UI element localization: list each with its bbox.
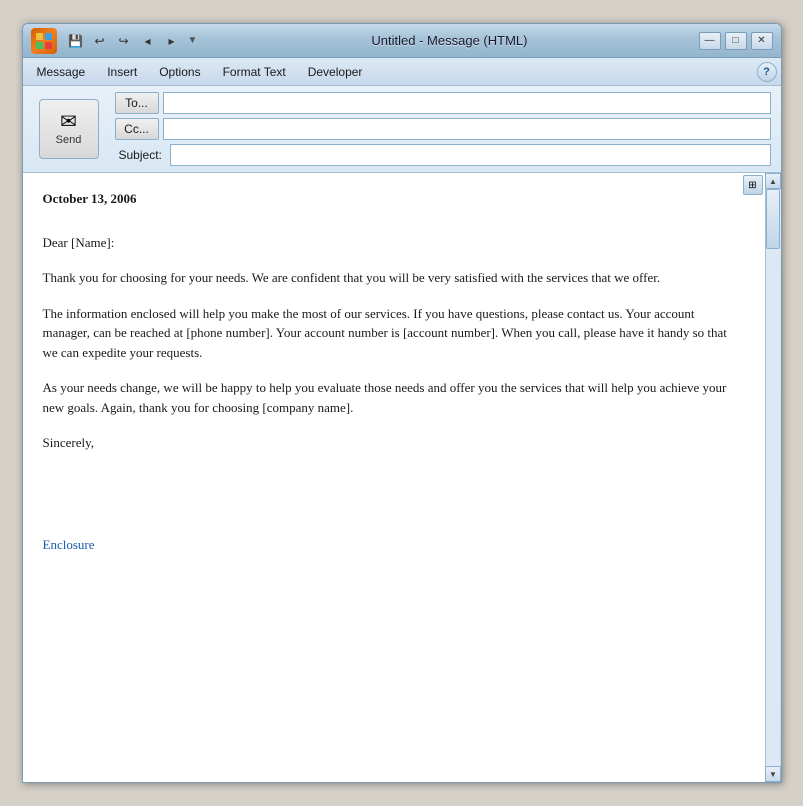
redo-button[interactable]: ↪ [113, 30, 135, 52]
forward-button[interactable]: ▸ [161, 30, 183, 52]
to-button[interactable]: To... [115, 92, 159, 114]
expand-icon[interactable]: ⊞ [743, 175, 763, 195]
menu-options[interactable]: Options [149, 62, 210, 82]
window-controls: — □ ✕ [699, 32, 773, 50]
scroll-track[interactable] [766, 189, 780, 766]
maximize-button[interactable]: □ [725, 32, 747, 50]
cc-row: Cc... [115, 118, 771, 140]
email-enclosure: Enclosure [43, 535, 745, 555]
email-para1: Thank you for choosing for your needs. W… [43, 268, 745, 288]
cc-input[interactable] [163, 118, 771, 140]
send-button[interactable]: ✉ Send [39, 99, 99, 159]
back-button[interactable]: ◂ [137, 30, 159, 52]
menu-developer[interactable]: Developer [298, 62, 373, 82]
send-icon: ✉ [60, 112, 77, 132]
scrollbar[interactable]: ▲ ▼ [765, 173, 781, 782]
email-body-area: ⊞ October 13, 2006 Dear [Name]: Thank yo… [23, 173, 781, 782]
window-title: Untitled - Message (HTML) [204, 33, 694, 48]
title-bar: 💾 ↩ ↪ ◂ ▸ ▼ Untitled - Message (HTML) — … [23, 24, 781, 58]
scroll-thumb[interactable] [766, 189, 780, 249]
scroll-down-button[interactable]: ▼ [765, 766, 781, 782]
help-button[interactable]: ? [757, 62, 777, 82]
close-button[interactable]: ✕ [751, 32, 773, 50]
address-fields: To... Cc... Subject: [115, 92, 781, 166]
to-row: To... [115, 92, 771, 114]
quick-access-toolbar: 💾 ↩ ↪ ◂ ▸ ▼ [65, 30, 201, 52]
email-greeting: Dear [Name]: [43, 233, 745, 253]
menu-message[interactable]: Message [27, 62, 96, 82]
menu-format-text[interactable]: Format Text [213, 62, 296, 82]
send-label: Send [56, 134, 82, 146]
app-icon [31, 28, 57, 54]
to-input[interactable] [163, 92, 771, 114]
save-button[interactable]: 💾 [65, 30, 87, 52]
subject-input[interactable] [170, 144, 771, 166]
send-area: ✉ Send [29, 92, 109, 166]
scroll-up-button[interactable]: ▲ [765, 173, 781, 189]
email-closing: Sincerely, [43, 433, 745, 453]
menu-bar: Message Insert Options Format Text Devel… [23, 58, 781, 86]
outlook-window: 💾 ↩ ↪ ◂ ▸ ▼ Untitled - Message (HTML) — … [22, 23, 782, 783]
email-para2: The information enclosed will help you m… [43, 304, 745, 363]
email-header: ✉ Send To... Cc... Subject: [23, 86, 781, 173]
pin-icon: ▼ [188, 35, 198, 46]
email-date: October 13, 2006 [43, 189, 745, 209]
minimize-button[interactable]: — [699, 32, 721, 50]
email-content[interactable]: October 13, 2006 Dear [Name]: Thank you … [23, 173, 765, 782]
undo-button[interactable]: ↩ [89, 30, 111, 52]
subject-label: Subject: [115, 148, 166, 162]
subject-row: Subject: [115, 144, 771, 166]
cc-button[interactable]: Cc... [115, 118, 159, 140]
email-para3: As your needs change, we will be happy t… [43, 378, 745, 417]
menu-insert[interactable]: Insert [97, 62, 147, 82]
